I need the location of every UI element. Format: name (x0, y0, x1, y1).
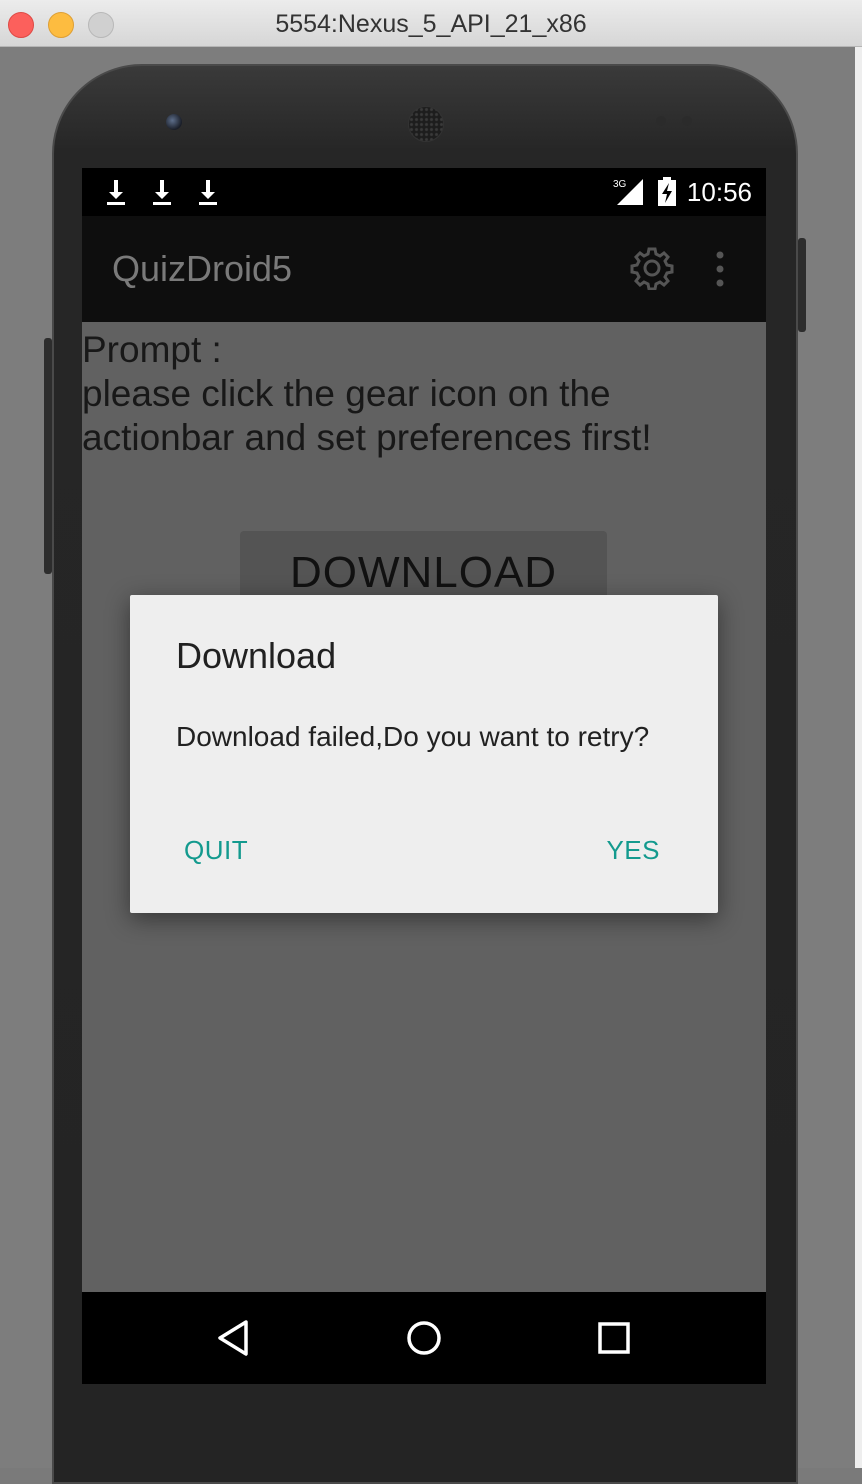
app-title: QuizDroid5 (112, 248, 293, 289)
gear-icon[interactable] (630, 246, 674, 290)
light-sensor (682, 116, 692, 126)
home-circle-icon[interactable] (404, 1318, 444, 1358)
cellular-signal-icon: 3G (613, 179, 643, 205)
background-window-edge (855, 47, 862, 1468)
front-camera-icon (166, 114, 182, 130)
navigation-bar (82, 1292, 766, 1384)
window-title: 5554:Nexus_5_API_21_x86 (275, 10, 587, 38)
earpiece-speaker (408, 106, 444, 142)
prompt-label: Prompt : (82, 329, 222, 370)
yes-button[interactable]: YES (606, 835, 660, 866)
status-icons: 3G 10:56 (613, 176, 752, 208)
phone-power-button[interactable] (798, 238, 806, 332)
download-dialog: Download Download failed,Do you want to … (130, 595, 718, 913)
prompt-line-2: actionbar and set preferences first! (82, 417, 652, 458)
download-icon (153, 180, 171, 205)
prompt-line-1: please click the gear icon on the (82, 373, 611, 414)
prompt-text: Prompt : please click the gear icon on t… (82, 328, 766, 460)
svg-text:3G: 3G (613, 179, 627, 190)
download-icon (107, 180, 125, 205)
back-triangle-icon[interactable] (214, 1318, 254, 1358)
proximity-sensor (656, 116, 666, 126)
status-clock: 10:56 (686, 176, 752, 207)
status-bar: 3G 10:56 (82, 168, 766, 216)
window-titlebar: 5554:Nexus_5_API_21_x86 (0, 0, 862, 47)
quit-button[interactable]: QUIT (184, 835, 248, 866)
overflow-menu-icon[interactable] (710, 250, 730, 288)
phone-volume-button[interactable] (44, 338, 52, 574)
action-bar: QuizDroid5 (82, 216, 766, 322)
dialog-message: Download failed,Do you want to retry? (176, 721, 650, 752)
battery-charging-icon (657, 177, 676, 206)
recents-square-icon[interactable] (594, 1318, 634, 1358)
dialog-title: Download (176, 635, 337, 676)
download-icon (199, 180, 217, 205)
